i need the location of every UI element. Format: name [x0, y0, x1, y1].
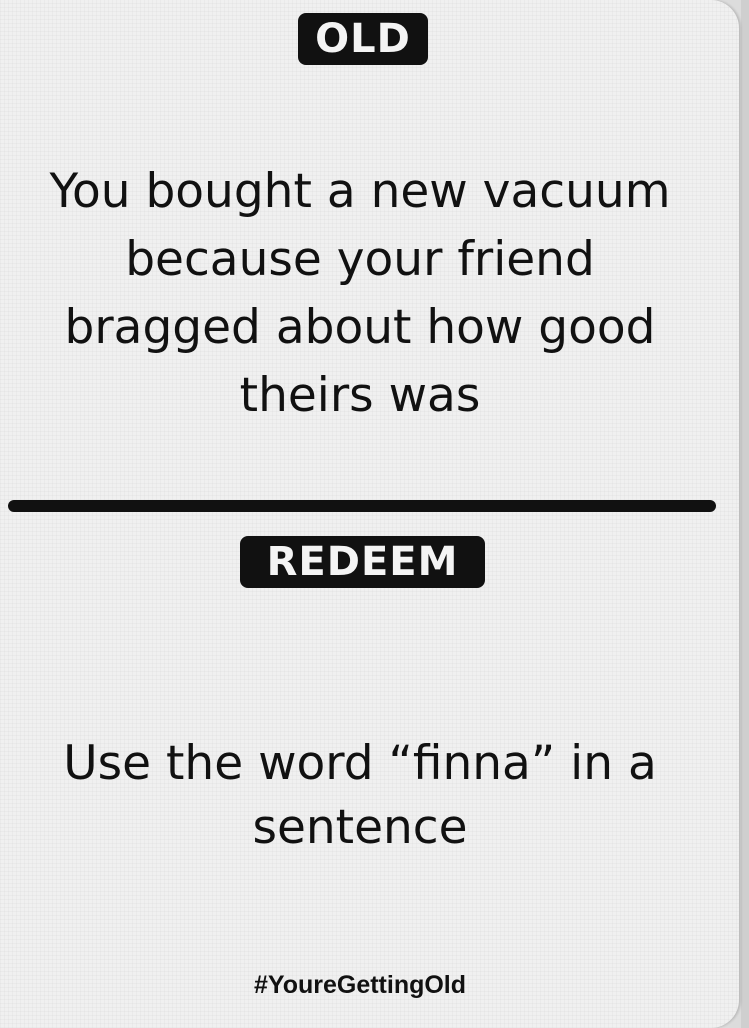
- redeem-label: REDEEM: [240, 536, 485, 588]
- old-label: OLD: [298, 13, 428, 65]
- game-card: OLD You bought a new vacuum because your…: [0, 0, 739, 1028]
- adjacent-card-edge: [741, 0, 749, 1028]
- redeem-prompt-text: Use the word “finna” in a sentence: [63, 736, 657, 855]
- hashtag-footer: #YoureGettingOld: [253, 971, 467, 999]
- section-divider: [8, 500, 716, 512]
- old-prompt-text: You bought a new vacuum because your fri…: [49, 164, 671, 423]
